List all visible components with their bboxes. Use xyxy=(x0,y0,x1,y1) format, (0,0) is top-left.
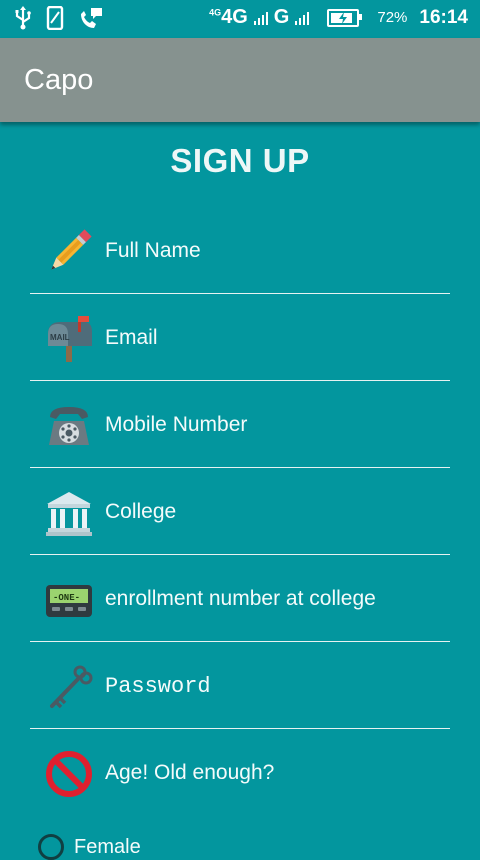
page-title: SIGN UP xyxy=(170,142,310,179)
age-field[interactable]: Age! Old enough? xyxy=(30,729,450,815)
call-message-icon xyxy=(81,8,102,28)
pencil-icon xyxy=(51,229,92,270)
gender-radio-female[interactable]: Female xyxy=(38,834,141,860)
network-g-label: G xyxy=(273,6,290,28)
mailbox-text: MAIL xyxy=(50,333,70,342)
radio-label-female: Female xyxy=(74,835,141,858)
telephone-icon xyxy=(49,407,89,445)
enrollment-number-label: enrollment number at college xyxy=(105,587,376,610)
status-system: 4G4G G 72% 16:14 xyxy=(209,6,468,29)
mobile-number-label: Mobile Number xyxy=(105,413,248,436)
charging-bolt-icon xyxy=(339,11,348,24)
clock: 16:14 xyxy=(419,6,468,28)
status-notifications xyxy=(14,6,104,30)
status-bar: 4G4G G 72% 16:14 xyxy=(0,0,480,38)
mailbox-icon: MAIL xyxy=(48,316,92,362)
enrollment-number-field[interactable]: -ONE- enrollment number at college xyxy=(30,555,450,642)
signal-bars-icon-2 xyxy=(295,11,310,25)
battery-icon xyxy=(327,8,363,27)
password-label: Password xyxy=(105,674,211,699)
radio-button-female[interactable] xyxy=(38,834,64,860)
usb-icon xyxy=(15,6,31,30)
mobile-number-field[interactable]: Mobile Number xyxy=(30,381,450,468)
email-label: Email xyxy=(105,326,158,349)
password-field[interactable]: Password xyxy=(30,642,450,729)
no-entry-icon xyxy=(46,751,92,797)
battery-percent: 72% xyxy=(377,9,408,26)
signal-bars-icon xyxy=(253,11,268,25)
key-icon xyxy=(50,665,93,709)
full-name-field[interactable]: Full Name xyxy=(30,207,450,294)
classical-building-icon xyxy=(46,492,92,536)
pager-text: -ONE- xyxy=(53,593,80,603)
full-name-label: Full Name xyxy=(105,239,201,262)
age-label: Age! Old enough? xyxy=(105,761,275,784)
college-field[interactable]: College xyxy=(30,468,450,555)
email-field[interactable]: MAIL Email xyxy=(30,294,450,381)
app-bar: Capo xyxy=(0,38,480,122)
phone-outline-icon xyxy=(46,6,64,30)
network-4g-label: 4G4G xyxy=(209,6,248,28)
app-title: Capo xyxy=(24,64,94,96)
pager-icon: -ONE- xyxy=(46,585,92,617)
college-label: College xyxy=(105,500,177,523)
